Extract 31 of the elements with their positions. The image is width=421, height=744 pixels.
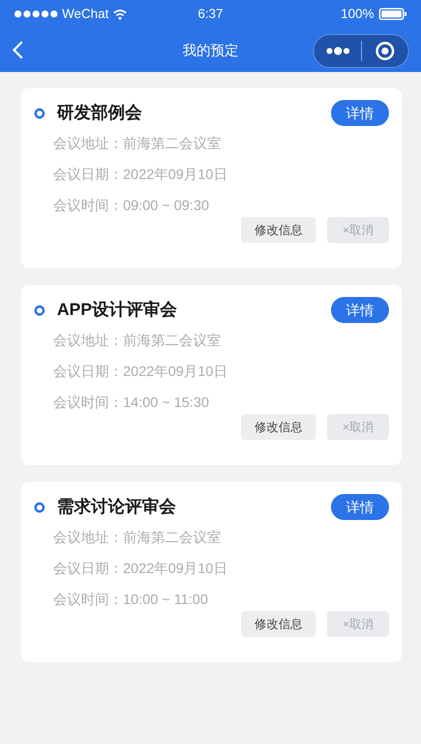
more-icon	[326, 47, 350, 55]
meeting-info: 会议时间：14:00 ~ 15:30	[53, 393, 210, 412]
status-time: 6:37	[196, 5, 224, 24]
meeting-info: 会议时间：09:00 ~ 09:30	[53, 196, 210, 215]
ring-icon	[34, 304, 45, 316]
carrier-name: WeChat	[62, 5, 109, 24]
detail-button[interactable]: 详情	[331, 494, 389, 520]
back-icon	[12, 40, 24, 60]
edit-button[interactable]: 修改信息	[241, 414, 316, 440]
detail-button[interactable]: 详情	[331, 100, 389, 126]
ring-icon	[34, 108, 45, 118]
battery-icon	[379, 8, 407, 20]
meeting-info: 会议地址：前海第二会议室	[53, 528, 222, 547]
meeting-info: 会议地址：前海第二会议室	[53, 331, 222, 350]
meeting-info: 会议日期：2022年09月10日	[53, 559, 228, 578]
edit-button[interactable]: 修改信息	[241, 217, 316, 243]
meeting-info: 会议日期：2022年09月10日	[53, 362, 228, 381]
battery-percent: 100%	[340, 5, 374, 24]
meeting-info: 会议时间：10:00 ~ 11:00	[53, 590, 209, 609]
meeting-info: 会议日期：2022年09月10日	[53, 165, 228, 184]
ring-icon	[34, 502, 45, 512]
wifi-icon	[112, 8, 127, 20]
signal-icon	[14, 10, 58, 18]
meeting-title: APP设计评审会	[57, 299, 178, 322]
target-icon	[375, 41, 395, 61]
meeting-info: 会议地址：前海第二会议室	[53, 134, 222, 153]
meeting-title: 需求讨论评审会	[57, 496, 177, 518]
detail-button[interactable]: 详情	[331, 297, 389, 323]
meeting-title: 研发部例会	[57, 102, 143, 124]
edit-button[interactable]: 修改信息	[241, 611, 316, 637]
page-title: 我的预定	[182, 40, 238, 60]
